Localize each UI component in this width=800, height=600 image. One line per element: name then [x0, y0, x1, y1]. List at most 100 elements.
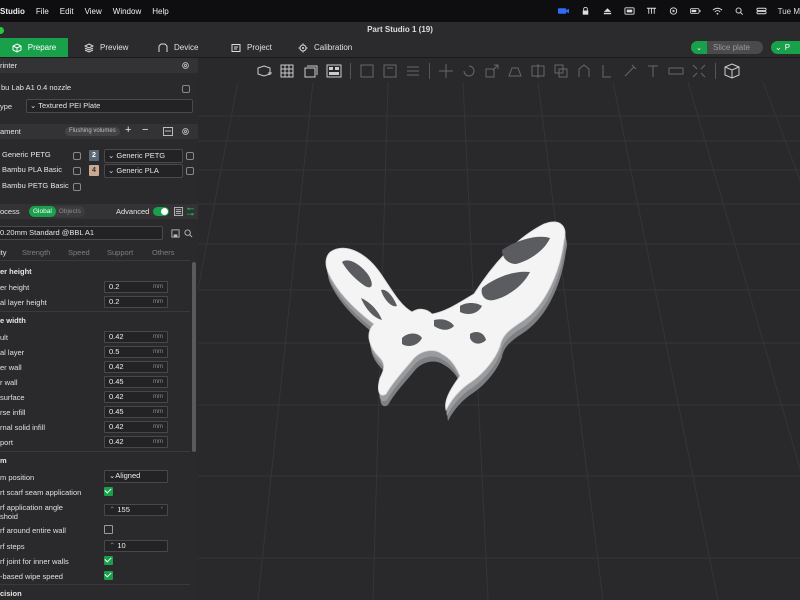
menu-edit[interactable]: Edit — [60, 7, 74, 16]
chevron-down-icon[interactable]: ⌄ — [775, 43, 782, 52]
scarf-angle-value: 155 — [117, 505, 130, 514]
wipe-speed-label: -based wipe speed — [0, 572, 63, 581]
remove-filament-button[interactable]: − — [142, 124, 148, 136]
smart-scarf-checkbox[interactable] — [104, 487, 113, 496]
tab-project[interactable]: Project — [231, 38, 272, 57]
stepper-arrows-icon[interactable]: ⌃ — [109, 505, 115, 514]
edit-icon[interactable] — [73, 183, 81, 191]
line-width-default-input[interactable]: 0.42 mm — [104, 331, 168, 343]
process-preset-select[interactable]: 0.20mm Standard @BBL A1 — [0, 226, 163, 240]
filament-3-select[interactable]: Bambu PETG Basic — [0, 180, 69, 194]
scarf-inner-walls-checkbox[interactable] — [104, 556, 113, 565]
scarf-angle-stepper[interactable]: ⌃ 155 ° — [104, 504, 168, 516]
process-tab-bar: ity Strength Speed Support Others — [0, 248, 198, 260]
ams-slot-badge[interactable]: 2 — [89, 150, 99, 161]
gear-icon[interactable] — [181, 61, 190, 70]
filament-1-select[interactable]: Generic PETG — [0, 149, 69, 163]
line-width-inner-wall-input[interactable]: 0.45 mm — [104, 376, 168, 388]
process-tab-others[interactable]: Others — [152, 248, 175, 257]
wifi-icon[interactable] — [712, 7, 723, 15]
initial-layer-height-input[interactable]: 0.2 mm — [104, 296, 168, 308]
flushing-volumes-button[interactable]: Flushing volumes — [65, 127, 120, 136]
play-icon[interactable] — [668, 7, 679, 15]
scarf-steps-stepper[interactable]: ⌃ 10 — [104, 540, 168, 552]
network-icon[interactable] — [646, 7, 657, 15]
tab-calibration[interactable]: Calibration — [298, 38, 352, 57]
line-width-internal-solid-infill-input[interactable]: 0.42 mm — [104, 421, 168, 433]
eject-icon[interactable] — [602, 7, 613, 15]
3d-model-butterfly[interactable] — [198, 58, 800, 600]
print-plate-button[interactable]: ⌄ P — [771, 41, 800, 54]
line-width-outer-wall-input[interactable]: 0.42 mm — [104, 361, 168, 373]
menu-view[interactable]: View — [85, 7, 102, 16]
edit-icon[interactable] — [186, 152, 194, 160]
stepper-arrows-icon[interactable]: ⌃ — [109, 541, 115, 550]
menubar-clock[interactable]: Tue M — [778, 7, 800, 16]
process-scope-toggle[interactable]: Global Objects — [29, 206, 85, 217]
add-filament-button[interactable]: + — [125, 124, 131, 136]
line-width-initial-layer-input[interactable]: 0.5 mm — [104, 346, 168, 358]
menu-bar: Studio File Edit View Window Help Tue M — [0, 0, 800, 22]
compare-icon[interactable] — [174, 207, 183, 216]
edit-icon[interactable] — [186, 167, 194, 175]
line-width-sparse-infill-input[interactable]: 0.45 mm — [104, 406, 168, 418]
tab-device[interactable]: Device — [158, 38, 198, 57]
layer-height-input[interactable]: 0.2 mm — [104, 281, 168, 293]
gear-icon[interactable] — [181, 127, 190, 136]
unit-label: mm — [153, 364, 163, 370]
edit-icon[interactable] — [73, 152, 81, 160]
scarf-angle-label-line1: rf application angle — [0, 503, 63, 512]
edit-icon[interactable] — [182, 85, 190, 93]
line-width-support-input[interactable]: 0.42 mm — [104, 436, 168, 448]
control-center-icon[interactable] — [756, 7, 767, 15]
app-menu[interactable]: Studio — [0, 7, 25, 16]
menu-help[interactable]: Help — [152, 7, 168, 16]
filament-1-mapped: Generic PETG — [116, 151, 166, 160]
unit-label: mm — [153, 334, 163, 340]
advanced-toggle[interactable] — [153, 207, 169, 216]
scope-global[interactable]: Global — [29, 206, 56, 217]
line-width-outer-wall-label: er wall — [0, 363, 22, 372]
filament-1-mapping-select[interactable]: ⌄ Generic PETG — [104, 149, 183, 163]
filament-2-mapping-select[interactable]: ⌄ Generic PLA — [104, 164, 183, 178]
seam-position-select[interactable]: ⌄Aligned — [104, 470, 168, 483]
filter-icon[interactable] — [186, 207, 195, 216]
plate-type-select[interactable]: ⌄ Textured PEI Plate — [26, 99, 193, 113]
sidebar-scrollbar[interactable] — [192, 262, 196, 452]
process-tab-support[interactable]: Support — [107, 248, 133, 257]
process-tab-speed[interactable]: Speed — [68, 248, 90, 257]
display-icon[interactable] — [624, 7, 635, 15]
window-zoom-button[interactable] — [0, 27, 4, 34]
menu-window[interactable]: Window — [113, 7, 141, 16]
process-tab-strength[interactable]: Strength — [22, 248, 50, 257]
sync-ams-icon[interactable] — [163, 127, 173, 136]
printer-select[interactable]: bu Lab A1 0.4 nozzle — [0, 82, 179, 96]
ams-slot-badge[interactable]: 4 — [89, 165, 99, 176]
3d-viewport[interactable] — [198, 58, 800, 600]
menu-file[interactable]: File — [36, 7, 49, 16]
process-tab-quality[interactable]: ity — [0, 248, 7, 257]
tab-preview[interactable]: Preview — [84, 38, 128, 57]
chevron-down-icon[interactable]: ⌄ — [691, 41, 707, 54]
edit-icon[interactable] — [73, 167, 81, 175]
lock-icon[interactable] — [580, 7, 591, 15]
search-icon[interactable] — [734, 7, 745, 15]
tab-preview-label: Preview — [100, 43, 129, 52]
divider — [0, 260, 190, 261]
wipe-speed-checkbox[interactable] — [104, 571, 113, 580]
search-icon[interactable] — [184, 229, 193, 238]
filament-2-select[interactable]: Bambu PLA Basic — [0, 164, 69, 178]
scarf-around-wall-checkbox[interactable] — [104, 525, 113, 534]
line-width-internal-solid-infill-value: 0.42 — [109, 422, 124, 431]
divider — [0, 584, 190, 585]
tab-prepare[interactable]: Prepare — [0, 38, 68, 57]
save-icon[interactable] — [171, 229, 180, 238]
scope-objects[interactable]: Objects — [56, 208, 84, 215]
battery-icon[interactable] — [689, 7, 701, 15]
slice-plate-button[interactable]: ⌄ Slice plate — [691, 41, 763, 54]
screen-record-icon[interactable] — [557, 7, 569, 15]
seam-position-value: Aligned — [115, 471, 141, 480]
cube-icon — [12, 42, 22, 53]
line-width-top-surface-input[interactable]: 0.42 mm — [104, 391, 168, 403]
scarf-inner-walls-label: rf joint for inner walls — [0, 557, 69, 566]
